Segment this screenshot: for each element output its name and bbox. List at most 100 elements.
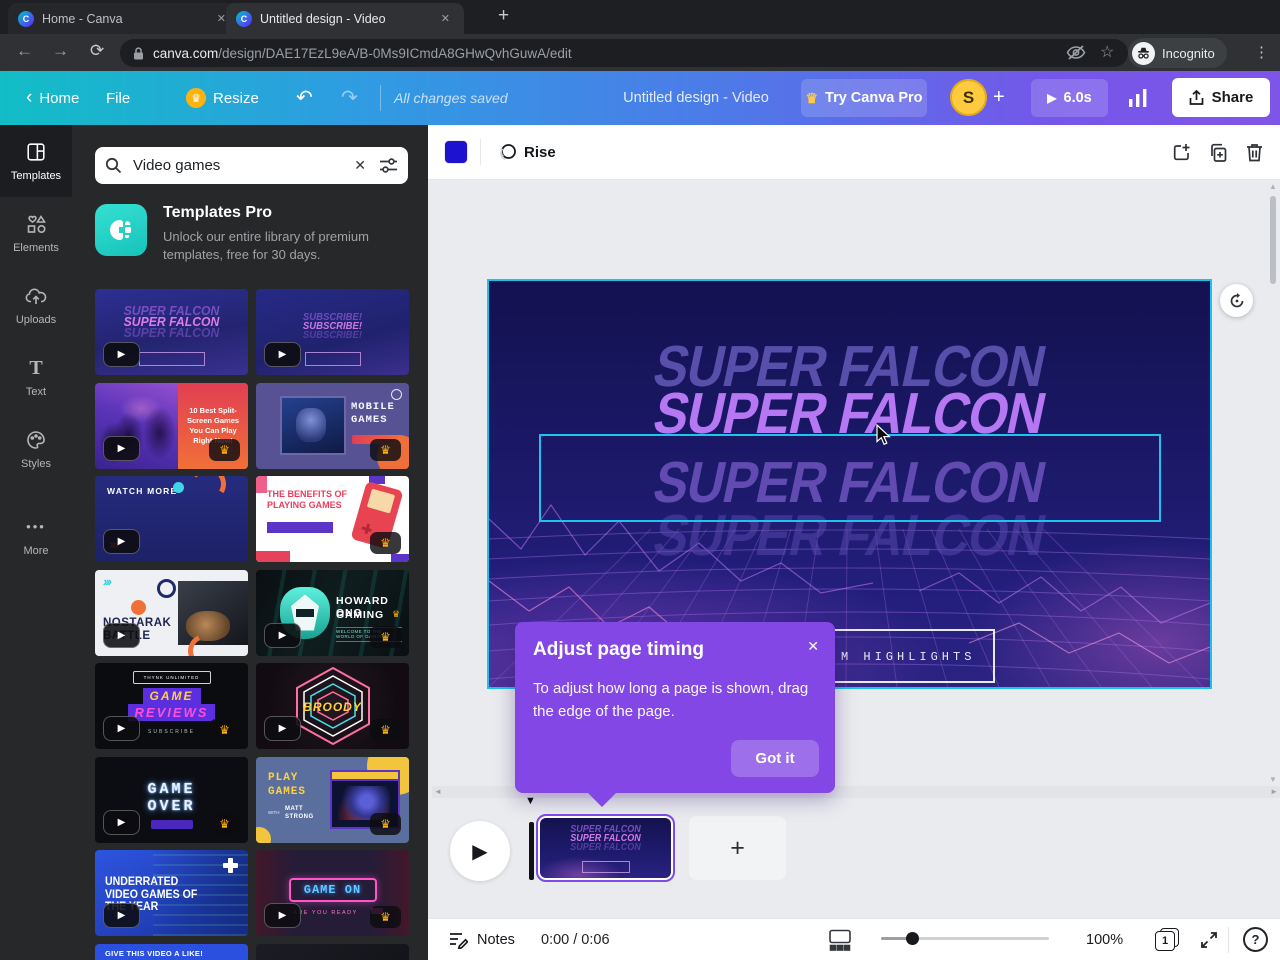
notes-button[interactable]: Notes [448,919,515,960]
sidebar-item-text[interactable]: T Text [0,341,72,413]
scrollbar-thumb[interactable] [1270,196,1276,284]
help-button[interactable]: ? [1243,927,1268,952]
thumb-subtitle: STRONG [285,813,314,820]
resize-button[interactable]: ♛ Resize [186,71,259,125]
thumb-subtitle: MATT [285,805,304,812]
document-title[interactable]: Untitled design - Video [596,71,796,125]
search-bar[interactable]: ✕ [95,147,408,184]
template-thumb-super-falcon[interactable]: SUPER FALCON SUPER FALCON SUPER FALCON ▶ [95,289,248,375]
vertical-scrollbar[interactable]: ▲ ▼ [1268,182,1278,784]
scroll-left-icon[interactable]: ◄ [434,786,442,798]
try-canva-pro-button[interactable]: ♛ Try Canva Pro [801,79,927,117]
zoom-slider-knob[interactable] [906,932,919,945]
redo-icon[interactable]: ↷ [341,85,358,110]
address-bar[interactable]: canva.com/design/DAE17EzL9eA/B-0Ms9ICmdA… [120,39,1128,67]
timeline-play-button[interactable]: ▶ [450,821,510,881]
template-thumb-underrated[interactable]: UNDERRATED VIDEO GAMES OF THE YEAR ▶ [95,850,248,936]
text-selection-box[interactable] [539,434,1161,522]
animate-page-button[interactable] [1220,284,1253,317]
canva-favicon: C [236,10,252,27]
decor-chevrons: ››› [103,573,112,589]
thumb-brand: THYNK UNLIMITED [132,671,211,684]
stats-chart-icon[interactable] [1128,89,1148,107]
browser-menu-icon[interactable]: ⋮ [1254,43,1269,61]
timeline-page-thumbnail[interactable]: SUPER FALCON SUPER FALCON SUPER FALCON [536,814,675,882]
template-thumb-like[interactable]: GIVE THIS VIDEO A LIKE! [95,943,248,960]
close-icon[interactable]: ✕ [807,638,819,655]
eye-off-icon[interactable] [1066,45,1086,60]
scroll-right-icon[interactable]: ► [1270,786,1278,798]
template-thumb-subscribe[interactable]: SUBSCRIBE! SUBSCRIBE! SUBSCRIBE! ▶ [256,289,409,375]
search-input[interactable] [131,156,342,175]
play-icon: ▶ [1047,91,1057,105]
tab-home-canva[interactable]: C Home - Canva ✕ [8,3,240,34]
add-member-button[interactable]: + [993,86,1005,109]
template-thumb-howard-ong[interactable]: HOWARD ONG GAMING ♛ WELCOME TO THE WORLD… [256,569,409,656]
lock-icon [134,46,143,59]
tab-untitled-design[interactable]: C Untitled design - Video ✕ [226,3,464,34]
clear-search-icon[interactable]: ✕ [350,157,370,174]
status-bar: Notes 0:00 / 0:06 100% 1 ? [428,918,1280,960]
delete-page-icon[interactable] [1245,142,1264,163]
url-path: /design/DAE17EzL9eA/B-0Ms9ICmdA8GHwQvhGu… [218,45,572,61]
duplicate-page-icon[interactable] [1208,142,1229,163]
grid-view-icon[interactable] [828,929,852,951]
page-count-button[interactable]: 1 [1155,928,1181,952]
background-color-swatch[interactable] [445,141,467,163]
template-thumb[interactable] [256,943,409,960]
add-page-button[interactable]: + [689,816,786,880]
share-button[interactable]: Share [1172,78,1270,117]
got-it-button[interactable]: Got it [731,740,819,777]
reload-icon[interactable]: ⟳ [90,41,104,61]
animation-style-label[interactable]: Rise [524,144,556,161]
sidebar-item-elements[interactable]: Elements [0,197,72,269]
template-thumb-mobile-games[interactable]: MOBILE GAMES ♛ [256,382,409,469]
sidebar-item-styles[interactable]: Styles [0,413,72,485]
template-thumb-game-reviews[interactable]: THYNK UNLIMITED GAME REVIEWS SUBSCRIBE ▶… [95,663,248,749]
pro-crown-icon: ♛ [370,438,401,461]
page-duration-handle[interactable] [529,822,534,880]
highlights-text[interactable]: M HIGHLIGHTS [841,650,975,664]
zoom-level[interactable]: 100% [1086,919,1123,960]
template-thumb-game-over[interactable]: GAME OVER ▶ ♛ [95,756,248,843]
avatar[interactable]: S [950,79,987,116]
scroll-up-icon[interactable]: ▲ [1269,182,1277,191]
new-tab-button[interactable]: + [498,5,509,27]
play-badge-icon: ▶ [264,716,301,741]
animate-icon[interactable] [496,142,518,164]
pro-crown-icon: ♛ [370,625,401,648]
bookmark-star-icon[interactable]: ☆ [1100,42,1114,62]
sidebar-item-templates[interactable]: Templates [0,125,72,197]
template-thumb-split-screen[interactable]: 10 Best Split-Screen Games You Can Play … [95,382,248,469]
template-thumb-play-games[interactable]: PLAY GAMES WITH MATT STRONG ♛ [256,756,409,843]
sidebar-item-uploads[interactable]: Uploads [0,269,72,341]
avatar-initial: S [962,87,975,107]
undo-icon[interactable]: ↶ [296,85,313,110]
home-button[interactable]: ‹ Home [26,71,79,125]
template-thumb-nostarak[interactable]: ››› NOSTARAK BATTLE ▶ [95,569,248,656]
fullscreen-icon[interactable] [1198,929,1220,951]
template-thumb-broody[interactable]: BROODY ▶ ♛ [256,663,409,749]
template-thumb-benefits[interactable]: THE BENEFITS OF PLAYING GAMES ♛ [256,476,409,562]
back-icon[interactable]: ← [16,41,33,61]
play-badge-icon: ▶ [264,903,301,928]
sidebar-item-more[interactable]: ••• More [0,500,72,572]
timeline-time: 0:00 / 0:06 [541,932,610,948]
scroll-down-icon[interactable]: ▼ [1269,775,1277,784]
template-thumb-watch-more[interactable]: WATCH MORE ››› ▶ [95,476,248,562]
thumb-title: WATCH MORE [107,486,178,496]
forward-icon[interactable]: → [52,41,69,61]
filter-sliders-icon[interactable] [379,157,398,174]
close-tab-icon[interactable]: ✕ [437,10,454,27]
play-preview-button[interactable]: ▶ 6.0s [1031,79,1108,117]
templates-pro-banner[interactable]: Templates Pro Unlock our entire library … [95,202,408,268]
template-thumb-game-on[interactable]: GAME ON ARE YOU READY ▶ ♛ [256,850,409,936]
file-menu-button[interactable]: File [106,71,130,125]
templates-pro-icon [95,204,147,256]
incognito-label: Incognito [1162,45,1215,61]
templates-pro-desc: Unlock our entire library of premium tem… [163,229,369,262]
template-grid: SUPER FALCON SUPER FALCON SUPER FALCON ▶ S… [95,289,409,960]
add-page-icon[interactable] [1171,142,1192,163]
playhead-marker[interactable]: ▼ [525,795,536,807]
tab-title: Untitled design - Video [260,11,386,26]
